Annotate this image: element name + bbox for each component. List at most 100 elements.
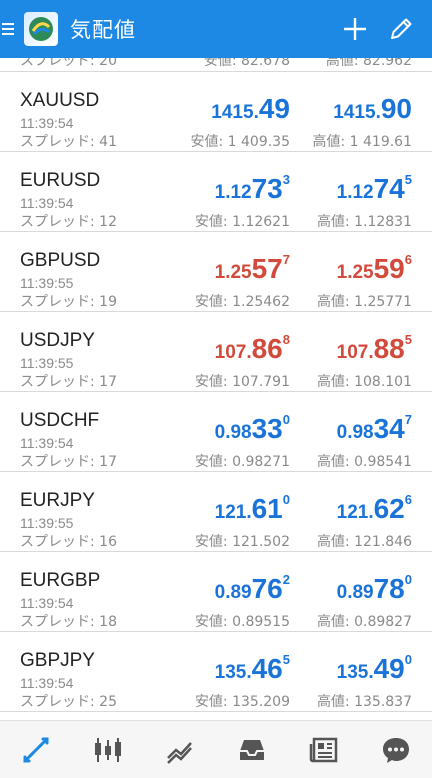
ask-price[interactable]: 135.490 <box>337 652 412 685</box>
price-pipette: 6 <box>404 252 412 267</box>
nav-chat[interactable] <box>366 721 426 778</box>
low-price: 安値: 135.209 <box>194 694 290 710</box>
bid-price[interactable]: 107.868 <box>215 332 290 365</box>
list-item[interactable]: EURGBP 11:39:54 スプレッド: 18 0.89762 0.89780 安値:… <box>0 552 432 632</box>
high-price: 高値: 135.837 <box>316 694 412 710</box>
price-pipette: 2 <box>282 572 290 587</box>
menu-icon[interactable] <box>2 21 14 37</box>
nav-history[interactable] <box>222 721 282 778</box>
high-price: 高値: 0.89827 <box>316 614 412 630</box>
spread-text: スプレッド: 25 <box>20 694 117 710</box>
price-pips: 34 <box>373 413 405 444</box>
price-pipette: 0 <box>282 412 290 427</box>
metatrader-logo[interactable] <box>24 12 58 46</box>
spread-text: スプレッド: 18 <box>20 614 117 630</box>
spread-text: スプレッド: 17 <box>20 374 117 390</box>
symbol-name: EURGBP <box>20 570 101 591</box>
price-prefix: 107. <box>336 342 374 363</box>
pencil-icon <box>391 18 412 39</box>
bid-price[interactable]: 0.98330 <box>215 412 290 445</box>
high-price: 高値: 0.98541 <box>316 454 412 470</box>
price-pips: 76 <box>251 573 283 604</box>
ask-price[interactable]: 1415.90 <box>333 92 412 125</box>
spread-text: スプレッド: 16 <box>20 534 117 550</box>
app-toolbar: 気配値 <box>0 0 432 58</box>
low-price: 安値: 82.678 <box>203 58 290 69</box>
list-item[interactable]: USDCHF 11:39:54 スプレッド: 17 0.98330 0.98347 安値:… <box>0 392 432 472</box>
price-prefix: 1.12 <box>214 182 252 203</box>
symbol-name: EURJPY <box>20 490 95 511</box>
nav-news[interactable] <box>294 721 354 778</box>
low-price: 安値: 1 409.35 <box>190 134 290 150</box>
quote-time: 11:39:54 <box>20 435 74 451</box>
price-pipette: 3 <box>282 172 290 187</box>
quotes-list[interactable]: スプレッド: 20 安値: 82.678 高値: 82.962 XAUUSD 11… <box>0 58 432 720</box>
price-prefix: 1415. <box>211 102 259 123</box>
nav-trade[interactable] <box>150 721 210 778</box>
quote-time: 11:39:54 <box>20 115 74 131</box>
price-pipette: 6 <box>404 492 412 507</box>
price-prefix: 135. <box>336 662 374 683</box>
price-prefix: 0.89 <box>336 582 374 603</box>
list-item[interactable]: USDJPY 11:39:55 スプレッド: 17 107.868 107.885 安値:… <box>0 312 432 392</box>
list-item[interactable]: EURUSD 11:39:54 スプレッド: 12 1.12733 1.12745 安値:… <box>0 152 432 232</box>
nav-chart[interactable] <box>78 721 138 778</box>
symbol-name: USDJPY <box>20 330 95 351</box>
plus-icon <box>344 18 366 40</box>
spread-text: スプレッド: 19 <box>20 294 117 310</box>
ask-price[interactable]: 0.98347 <box>337 412 412 445</box>
price-prefix: 0.89 <box>214 582 252 603</box>
price-pipette: 7 <box>282 252 290 267</box>
high-price: 高値: 1 419.61 <box>312 134 412 150</box>
bottom-navigation <box>0 720 432 778</box>
ask-price[interactable]: 0.89780 <box>337 572 412 605</box>
spread-text: スプレッド: 41 <box>20 134 117 150</box>
price-pips: 49 <box>258 93 290 124</box>
news-icon <box>309 737 338 762</box>
list-item[interactable]: EURJPY 11:39:55 スプレッド: 16 121.610 121.626 安値:… <box>0 472 432 552</box>
bid-price[interactable]: 1.12733 <box>215 172 290 205</box>
ask-price[interactable]: 107.885 <box>337 332 412 365</box>
bid-price[interactable]: 135.465 <box>215 652 290 685</box>
high-price: 高値: 1.25771 <box>316 294 412 310</box>
bid-price[interactable]: 121.610 <box>215 492 290 525</box>
ask-price[interactable]: 1.25596 <box>337 252 412 285</box>
ask-price[interactable]: 121.626 <box>337 492 412 525</box>
ask-price[interactable]: 1.12745 <box>337 172 412 205</box>
price-pipette: 5 <box>282 652 290 667</box>
price-pipette: 5 <box>404 332 412 347</box>
page-title: 気配値 <box>70 18 136 42</box>
list-item[interactable]: GBPJPY 11:39:54 スプレッド: 25 135.465 135.490 安値:… <box>0 632 432 712</box>
list-item[interactable]: XAUUSD 11:39:54 スプレッド: 41 1415.49 1415.90 安値:… <box>0 72 432 152</box>
quote-time: 11:39:54 <box>20 595 74 611</box>
edit-list-button[interactable] <box>378 6 424 52</box>
price-prefix: 1415. <box>333 102 381 123</box>
spread-text: スプレッド: 12 <box>20 214 117 230</box>
price-pips: 74 <box>373 173 405 204</box>
bid-price[interactable]: 0.89762 <box>215 572 290 605</box>
price-pips: 90 <box>380 93 412 124</box>
symbol-name: GBPUSD <box>20 250 101 271</box>
nav-quotes[interactable] <box>6 721 66 778</box>
list-item[interactable]: GBPUSD 11:39:55 スプレッド: 19 1.25577 1.25596 安値:… <box>0 232 432 312</box>
list-item-partial[interactable]: スプレッド: 20 安値: 82.678 高値: 82.962 <box>0 58 432 72</box>
quote-time: 11:39:54 <box>20 675 74 691</box>
high-price: 高値: 1.12831 <box>316 214 412 230</box>
low-price: 安値: 0.89515 <box>194 614 290 630</box>
quote-time: 11:39:55 <box>20 515 74 531</box>
price-prefix: 1.25 <box>336 262 374 283</box>
spread-text: スプレッド: 17 <box>20 454 117 470</box>
price-pips: 46 <box>251 653 283 684</box>
price-pipette: 8 <box>282 332 290 347</box>
price-pipette: 7 <box>404 412 412 427</box>
high-price: 高値: 82.962 <box>325 58 412 69</box>
spread-text: スプレッド: 20 <box>20 58 117 69</box>
symbol-name: EURUSD <box>20 170 101 191</box>
quote-time: 11:39:55 <box>20 275 74 291</box>
low-price: 安値: 121.502 <box>194 534 290 550</box>
bid-price[interactable]: 1.25577 <box>215 252 290 285</box>
bid-price[interactable]: 1415.49 <box>211 92 290 125</box>
add-symbol-button[interactable] <box>332 6 378 52</box>
price-pipette: 0 <box>282 492 290 507</box>
price-prefix: 0.98 <box>214 422 252 443</box>
